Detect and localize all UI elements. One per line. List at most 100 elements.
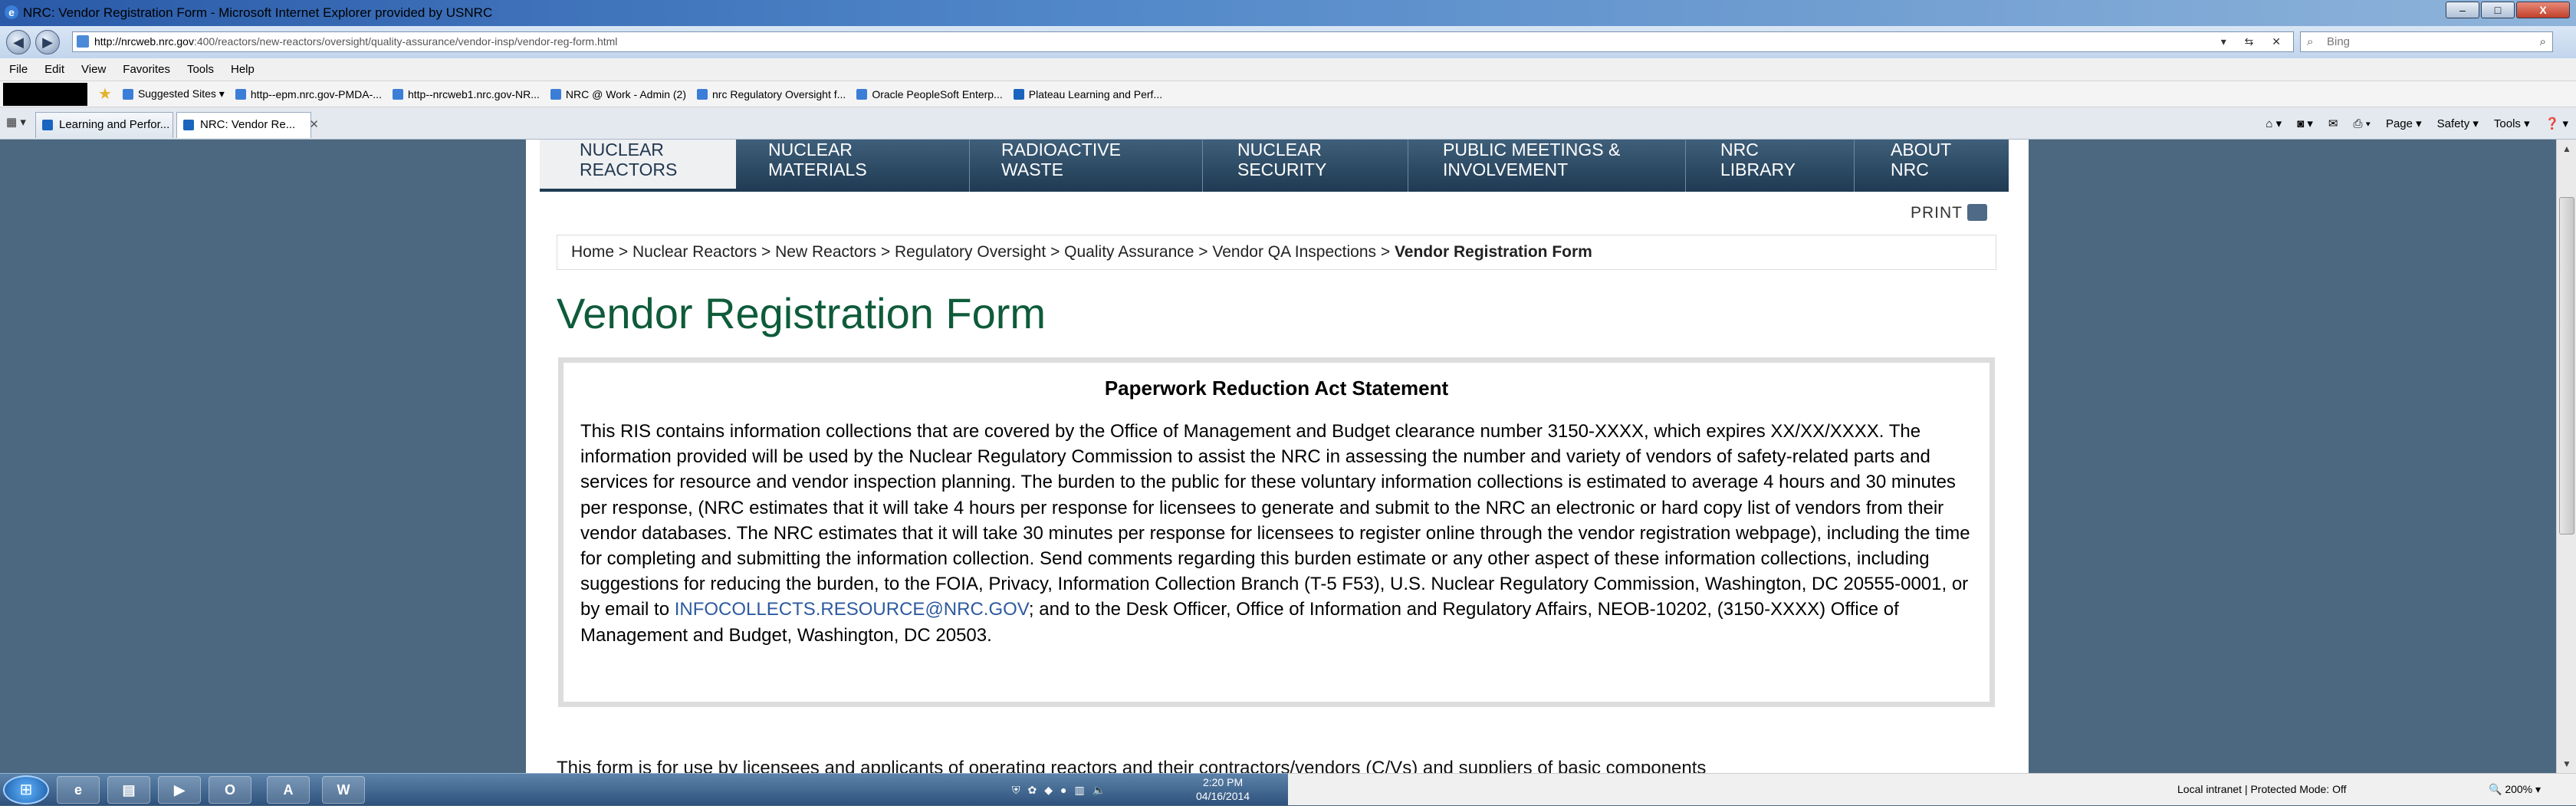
favorites-star[interactable]: ★ [98,85,112,103]
minimize-button[interactable]: – [2446,2,2479,18]
tray-app-icon[interactable]: ✿ [1028,784,1037,797]
window-title-bar: e NRC: Vendor Registration Form - Micros… [0,0,2576,26]
acrobat-taskbar-icon[interactable]: A [267,776,310,804]
address-tools-icons[interactable]: ▾ ⇆ ✕ [2221,32,2288,51]
fav-peoplesoft[interactable]: Oracle PeopleSoft Enterp... [856,88,1003,100]
web-page: NUCLEAR REACTORS NUCLEAR MATERIALS RADIOAC… [526,140,2029,773]
sf-icon [42,120,53,130]
nav-about-nrc[interactable]: ABOUT NRC [1891,140,1951,189]
fav-nrcweb1[interactable]: http--nrcweb1.nrc.gov-NR... [392,88,540,100]
star-icon: ★ [98,85,112,103]
print-link[interactable]: PRINT [1911,204,1963,222]
menu-edit[interactable]: Edit [44,63,64,76]
fav-epm[interactable]: http--epm.nrc.gov-PMDA-... [235,88,382,100]
help-icon[interactable]: ❓ ▾ [2545,117,2568,130]
fav-plateau[interactable]: Plateau Learning and Perf... [1013,88,1162,100]
crumb-home[interactable]: Home [571,243,614,261]
forward-arrow-icon[interactable]: ▶ [35,30,60,54]
scroll-up-icon[interactable]: ▲ [2557,140,2576,158]
nav-nuclear-reactors[interactable]: NUCLEAR REACTORS [540,140,736,189]
outlook-taskbar-icon[interactable]: O [209,776,251,804]
taskbar-clock[interactable]: 2:20 PM 04/16/2014 [1196,775,1250,803]
maximize-button[interactable]: □ [2481,2,2515,18]
tray-app-icon[interactable]: ● [1060,784,1066,796]
system-tray: ⛨ ✿ ◆ ● ▥ 🔈 [1012,774,1106,806]
zoom-level[interactable]: 🔍 200% ▾ [2489,783,2541,796]
nav-nrc-library[interactable]: NRC LIBRARY [1720,140,1796,189]
ie-icon: e [5,5,18,19]
menu-tools[interactable]: Tools [187,63,214,76]
tray-app-icon[interactable]: ◆ [1044,784,1053,797]
nav-nuclear-security[interactable]: NUCLEAR SECURITY [1237,140,1326,189]
nav-radioactive-waste[interactable]: RADIOACTIVE WASTE [1001,140,1121,189]
page-title: Vendor Registration Form [557,289,1046,337]
crumb-vendor-qa[interactable]: Vendor QA Inspections [1212,243,1376,261]
nav-separator [1854,140,1855,192]
tab-row: ▦ ▾ Learning and Perfor... NRC: Vendor R… [0,107,2576,140]
back-arrow-icon[interactable]: ◀ [6,30,31,54]
quick-tabs-icon[interactable]: ▦ ▾ [6,115,26,129]
safety-menu[interactable]: Safety ▾ [2437,117,2479,130]
crumb-quality-assurance[interactable]: Quality Assurance [1064,243,1194,261]
fav-regulatory-oversight[interactable]: nrc Regulatory Oversight f... [697,88,846,100]
ie-page-icon [856,88,868,100]
tab-vendor-reg[interactable]: NRC: Vendor Re... ✕ [176,112,319,138]
ie-taskbar-icon[interactable]: e [57,776,100,804]
address-bar[interactable]: http://nrcweb.nrc.gov:400/reactors/new-r… [72,31,2294,52]
menu-file[interactable]: File [9,63,28,76]
vertical-scrollbar[interactable]: ▲ ▼ [2556,140,2576,773]
nav-nuclear-materials[interactable]: NUCLEAR MATERIALS [768,140,867,189]
printer-icon[interactable] [1967,204,1987,221]
home-icon[interactable]: ⌂ ▾ [2266,117,2282,130]
crumb-new-reactors[interactable]: New Reactors [775,243,876,261]
pra-title: Paperwork Reduction Act Statement [1104,377,1449,400]
ie-page-icon [392,88,403,100]
pra-statement-box: Paperwork Reduction Act Statement This R… [558,357,1995,707]
status-bar: Local intranet | Protected Mode: Off 🔍 2… [1288,773,2576,805]
tray-volume-icon[interactable]: 🔈 [1092,784,1106,797]
close-button[interactable]: X [2516,2,2570,18]
page-menu[interactable]: Page ▾ [2386,117,2422,130]
security-zone[interactable]: Local intranet | Protected Mode: Off [2177,783,2347,795]
favorites-bar: ★ Suggested Sites ▾ http--epm.nrc.gov-PM… [0,81,2576,107]
menu-help[interactable]: Help [231,63,255,76]
menu-favorites[interactable]: Favorites [123,63,170,76]
print-icon[interactable]: ⎙ ▾ [2353,117,2370,130]
crumb-nuclear-reactors[interactable]: Nuclear Reactors [632,243,757,261]
breadcrumb: Home > Nuclear Reactors > New Reactors >… [557,235,1996,270]
address-host: http://nrcweb.nrc.gov [94,35,194,48]
media-player-taskbar-icon[interactable]: ▶ [158,776,201,804]
scroll-down-icon[interactable]: ▼ [2557,755,2576,773]
email-link[interactable]: INFOCOLLECTS.RESOURCE@NRC.GOV [675,599,1029,620]
address-row: ◀ ▶ http://nrcweb.nrc.gov:400/reactors/n… [0,26,2576,58]
nav-separator [1202,140,1203,192]
explorer-taskbar-icon[interactable]: ▤ [107,776,150,804]
clock-date: 04/16/2014 [1196,790,1250,802]
fav-nrc-at-work[interactable]: NRC @ Work - Admin (2) [550,88,686,100]
nav-separator [1685,140,1686,192]
search-input[interactable]: ⌕ Bing ⌕ [2300,31,2553,52]
scroll-thumb[interactable] [2559,197,2574,535]
intro-text-cutoff: This form is for use by licensees and ap… [557,758,1707,773]
tray-network-icon[interactable]: ▥ [1074,784,1084,797]
search-placeholder: Bing [2327,35,2351,48]
tray-shield-icon[interactable]: ⛨ [1012,784,1020,797]
feeds-icon[interactable]: ◙ ▾ [2297,117,2313,130]
address-path: :400/reactors/new-reactors/oversight/qua… [193,35,618,48]
tab-close-icon[interactable]: ✕ [309,118,319,131]
nav-public-meetings[interactable]: PUBLIC MEETINGS & INVOLVEMENT [1443,140,1620,189]
bing-icon: ⌕ [2307,35,2314,48]
word-taskbar-icon[interactable]: W [322,776,365,804]
crumb-regulatory-oversight[interactable]: Regulatory Oversight [895,243,1046,261]
ie-page-icon [550,88,561,100]
search-icon[interactable]: ⌕ [2540,32,2546,51]
tab-learning[interactable]: Learning and Perfor... [35,112,173,138]
bing-icon [122,88,133,100]
fav-suggested-sites[interactable]: Suggested Sites ▾ [122,87,225,100]
menu-view[interactable]: View [81,63,106,76]
page-icon [77,35,89,48]
start-button[interactable]: ⊞ [3,775,49,804]
tools-menu[interactable]: Tools ▾ [2494,117,2530,130]
command-bar: ⌂ ▾ ◙ ▾ ✉ ⎙ ▾ Page ▾ Safety ▾ Tools ▾ ❓ … [2266,107,2568,140]
mail-icon[interactable]: ✉ [2328,117,2338,130]
